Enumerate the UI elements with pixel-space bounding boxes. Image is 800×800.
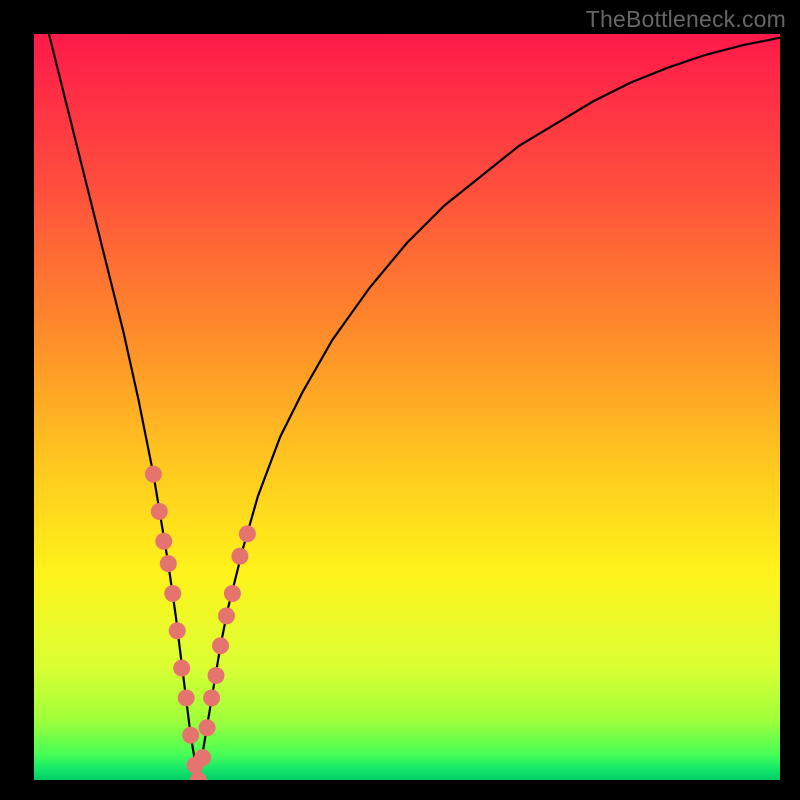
data-marker — [169, 622, 186, 639]
outer-frame: TheBottleneck.com — [0, 0, 800, 800]
data-marker — [212, 637, 229, 654]
data-marker — [239, 525, 256, 542]
data-marker — [164, 585, 181, 602]
data-marker — [224, 585, 241, 602]
data-marker — [208, 667, 225, 684]
data-marker — [218, 607, 235, 624]
plot-area — [34, 34, 780, 780]
watermark-text: TheBottleneck.com — [586, 6, 786, 33]
data-marker — [231, 548, 248, 565]
data-marker — [155, 533, 172, 550]
chart-svg — [34, 34, 780, 780]
data-marker — [178, 689, 195, 706]
data-marker — [160, 555, 177, 572]
data-marker — [151, 503, 168, 520]
bottleneck-curve — [34, 34, 780, 780]
data-marker — [199, 719, 216, 736]
data-marker — [203, 689, 220, 706]
data-marker — [182, 727, 199, 744]
marker-group — [145, 466, 256, 780]
data-marker — [173, 660, 190, 677]
data-marker — [145, 466, 162, 483]
data-marker — [194, 749, 211, 766]
